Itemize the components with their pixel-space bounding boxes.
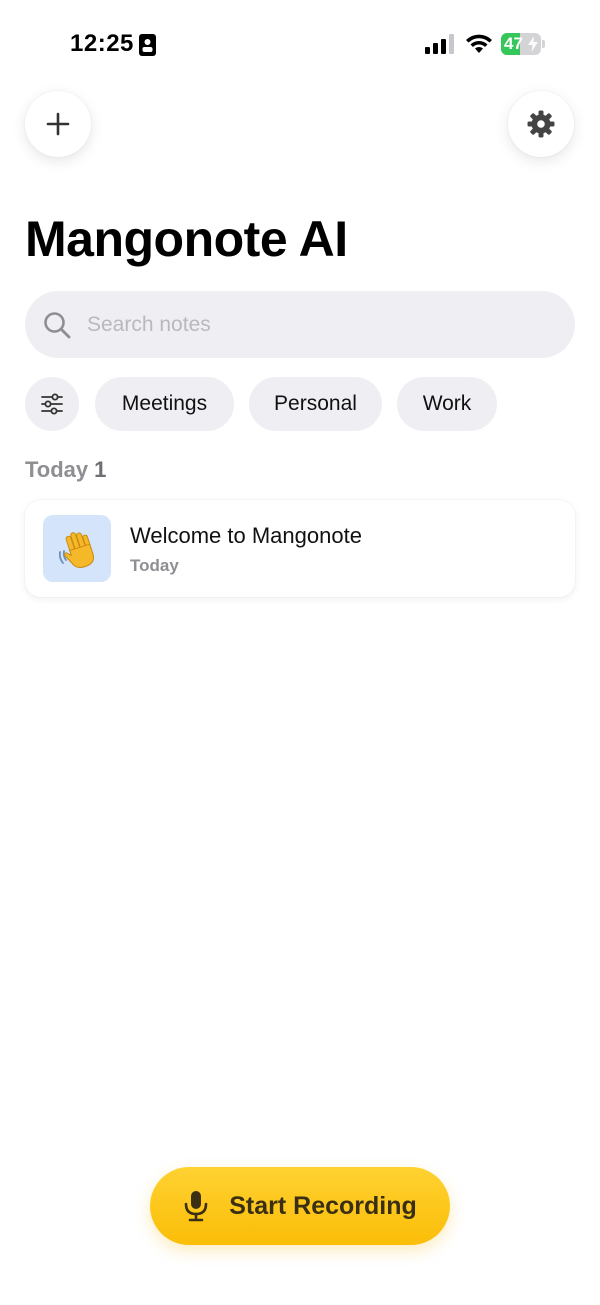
- gear-icon: [527, 110, 555, 138]
- section-label: Today: [25, 457, 89, 482]
- waving-hand-icon: [58, 531, 95, 568]
- wifi-icon: [466, 34, 492, 53]
- start-recording-label: Start Recording: [229, 1191, 417, 1220]
- search-input[interactable]: [87, 291, 547, 358]
- status-bar: 12:25 47: [0, 0, 600, 90]
- search-bar[interactable]: [25, 291, 575, 358]
- filter-chip-meetings[interactable]: Meetings: [95, 377, 234, 431]
- plus-icon: [46, 112, 70, 136]
- note-title: Welcome to Mangonote: [130, 523, 362, 548]
- search-icon: [44, 312, 71, 339]
- cellular-signal-icon: [425, 34, 454, 54]
- charging-bolt-icon: [528, 36, 538, 52]
- settings-button[interactable]: [508, 91, 574, 157]
- start-recording-button[interactable]: Start Recording: [150, 1167, 450, 1245]
- note-card[interactable]: Welcome to Mangonote Today: [25, 500, 575, 597]
- sliders-icon: [41, 393, 63, 415]
- section-count: 1: [94, 457, 107, 482]
- battery-charging-icon: 47: [501, 33, 545, 55]
- app-screen: 12:25 47 Mangonote AI Search notes Meeti…: [0, 0, 600, 1305]
- id-card-icon: [139, 34, 156, 56]
- page-title: Mangonote AI: [25, 211, 348, 267]
- note-date: Today: [130, 556, 179, 575]
- microphone-icon: [184, 1191, 208, 1222]
- filter-button[interactable]: [25, 377, 79, 431]
- section-header-today: Today 1: [25, 457, 106, 483]
- filter-chip-work[interactable]: Work: [397, 377, 497, 431]
- status-time: 12:25: [70, 30, 134, 57]
- note-thumbnail: [43, 515, 111, 582]
- filter-chip-personal[interactable]: Personal: [249, 377, 382, 431]
- add-note-button[interactable]: [25, 91, 91, 157]
